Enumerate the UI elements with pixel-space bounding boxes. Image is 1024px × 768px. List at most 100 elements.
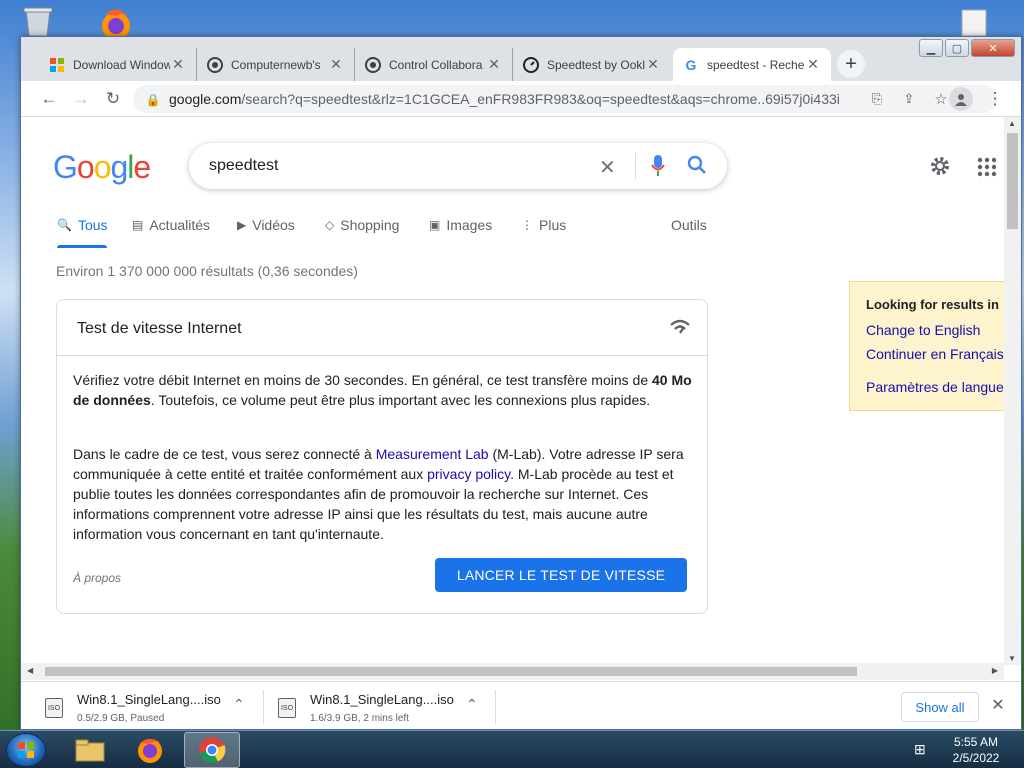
card-title: Test de vitesse Internet (77, 320, 242, 337)
language-settings-link[interactable]: Paramètres de langue (866, 379, 1004, 395)
download-status: 1.6/3.9 GB, 2 mins left (310, 713, 409, 724)
nav-outils[interactable]: Outils (671, 217, 707, 233)
close-tab-icon[interactable]: ✕ (645, 56, 661, 73)
language-heading: Looking for results in (866, 297, 999, 312)
apps-grid-icon[interactable] (977, 157, 997, 180)
nav-tous[interactable]: 🔍 Tous (57, 217, 108, 233)
vertical-scrollbar[interactable]: ▲ ▼ (1004, 117, 1021, 665)
nav-shopping[interactable]: ◇ Shopping (325, 217, 399, 233)
change-to-english-link[interactable]: Change to English (866, 322, 980, 338)
chevron-up-icon[interactable]: ⌃ (233, 696, 245, 713)
result-stats: Environ 1 370 000 000 résultats (0,36 se… (56, 263, 358, 279)
translate-icon[interactable]: ⎘ (865, 87, 889, 111)
maximize-button[interactable]: ▢ (945, 39, 969, 57)
back-icon[interactable]: ← (37, 87, 61, 111)
download-bar: ISO Win8.1_SingleLang....iso 0.5/2.9 GB,… (21, 681, 1021, 729)
computernewb-icon (207, 56, 223, 73)
new-tab-button[interactable]: + (837, 50, 865, 78)
google-logo[interactable]: Google (53, 149, 151, 186)
scroll-right-arrow-icon[interactable]: ▶ (992, 666, 998, 675)
close-tab-icon[interactable]: ✕ (170, 56, 186, 73)
privacy-policy-link[interactable]: privacy policy (427, 466, 510, 482)
share-icon[interactable]: ⇪ (897, 87, 921, 111)
minimize-button[interactable]: ▁ (919, 39, 943, 57)
image-icon: ▣ (429, 218, 441, 232)
desktop-file-icon[interactable] (958, 8, 990, 37)
search-icon: 🔍 (57, 218, 72, 232)
scroll-up-arrow-icon[interactable]: ▲ (1008, 119, 1016, 128)
download-item[interactable]: ISO Win8.1_SingleLang....iso 0.5/2.9 GB,… (21, 682, 253, 730)
iso-file-icon: ISO (278, 698, 296, 718)
close-download-bar-icon[interactable]: ✕ (987, 694, 1009, 716)
card-paragraph-2: Dans le cadre de ce test, vous serez con… (73, 446, 684, 542)
download-filename: Win8.1_SingleLang....iso (77, 692, 221, 707)
firefox-desktop-icon[interactable] (94, 6, 138, 40)
about-link[interactable]: À propos (73, 571, 121, 585)
tab-download-windows[interactable]: Download Windows ✕ (39, 48, 197, 81)
settings-gear-icon[interactable] (929, 155, 951, 180)
nav-images[interactable]: ▣ Images (429, 217, 492, 233)
search-query[interactable]: speedtest (209, 157, 278, 175)
reload-icon[interactable]: ↻ (101, 87, 125, 111)
horizontal-scroll-thumb[interactable] (45, 667, 857, 676)
browser-menu-icon[interactable]: ⋮ (983, 87, 1007, 111)
language-suggestion-box: Looking for results in Change to English… (849, 281, 1021, 411)
show-all-downloads-button[interactable]: Show all (901, 692, 979, 722)
tab-speedtest-recherche[interactable]: G speedtest - Recherche ✕ (673, 48, 831, 81)
chrome-taskbar-icon[interactable] (184, 732, 240, 768)
tab-title: speedtest - Recherche (707, 57, 805, 72)
news-icon: ▤ (132, 218, 144, 232)
video-icon: ▶ (237, 218, 247, 232)
scroll-left-arrow-icon[interactable]: ◀ (27, 666, 33, 675)
search-divider (635, 153, 636, 179)
nav-videos[interactable]: ▶ Vidéos (237, 217, 295, 233)
download-item[interactable]: ISO Win8.1_SingleLang....iso 1.6/3.9 GB,… (254, 682, 486, 730)
more-icon: ⋮ (521, 218, 533, 232)
google-icon: G (685, 56, 697, 73)
nav-plus[interactable]: ⋮ Plus (521, 217, 566, 233)
computernewb-icon (365, 56, 381, 73)
window-close-button[interactable]: ✕ (971, 39, 1015, 57)
continue-in-french-link[interactable]: Continuer en Français (866, 346, 1004, 362)
scroll-down-arrow-icon[interactable]: ▼ (1008, 654, 1016, 663)
tab-strip: Download Windows ✕ Computernewb's ✕ Cont… (21, 37, 1021, 81)
tab-control-collabora[interactable]: Control Collabora ✕ (355, 48, 513, 81)
file-explorer-taskbar-icon[interactable] (62, 732, 118, 768)
tab-computernewb[interactable]: Computernewb's ✕ (197, 48, 355, 81)
recycle-bin-icon[interactable] (18, 6, 58, 37)
windows-taskbar: ⊞ 5:55 AM 2/5/2022 (0, 730, 1024, 768)
mic-icon[interactable] (651, 155, 665, 180)
tag-icon: ◇ (325, 218, 335, 232)
download-filename: Win8.1_SingleLang....iso (310, 692, 454, 707)
network-tray-icon[interactable]: ⊞ (914, 741, 926, 758)
search-box[interactable]: speedtest ✕ (189, 143, 727, 189)
search-icon[interactable] (687, 155, 707, 178)
start-button[interactable] (6, 733, 46, 767)
chevron-up-icon[interactable]: ⌃ (466, 696, 478, 713)
download-separator (495, 690, 496, 724)
browser-window: Download Windows ✕ Computernewb's ✕ Cont… (20, 36, 1022, 730)
clear-icon[interactable]: ✕ (599, 155, 616, 180)
horizontal-scrollbar[interactable]: ◀ ▶ (21, 663, 1004, 680)
taskbar-clock[interactable]: 5:55 AM 2/5/2022 (946, 734, 1006, 766)
launch-speed-test-button[interactable]: LANCER LE TEST DE VITESSE (435, 558, 687, 592)
tab-title: Computernewb's (231, 57, 321, 72)
profile-avatar-icon[interactable] (949, 87, 973, 111)
nav-actualites[interactable]: ▤ Actualités (132, 217, 210, 233)
tab-title: Speedtest by Ookla (547, 57, 645, 72)
download-status: 0.5/2.9 GB, Paused (77, 713, 165, 724)
tab-speedtest-ookla[interactable]: Speedtest by Ookla ✕ (513, 48, 671, 81)
address-bar[interactable]: 🔒 google.com/search?q=speedtest&rlz=1C1G… (133, 85, 997, 113)
lock-icon[interactable]: 🔒 (141, 88, 165, 112)
forward-icon[interactable]: → (69, 87, 93, 111)
close-tab-icon[interactable]: ✕ (805, 56, 821, 73)
close-tab-icon[interactable]: ✕ (328, 56, 344, 73)
clock-date: 2/5/2022 (952, 751, 1000, 765)
card-paragraph-1: Vérifiez votre débit Internet en moins d… (73, 372, 692, 408)
close-tab-icon[interactable]: ✕ (486, 56, 502, 73)
firefox-taskbar-icon[interactable] (122, 732, 178, 768)
speedtest-icon (523, 56, 539, 73)
measurement-lab-link[interactable]: Measurement Lab (376, 446, 489, 462)
vertical-scroll-thumb[interactable] (1007, 133, 1018, 229)
microsoft-icon (49, 57, 65, 73)
